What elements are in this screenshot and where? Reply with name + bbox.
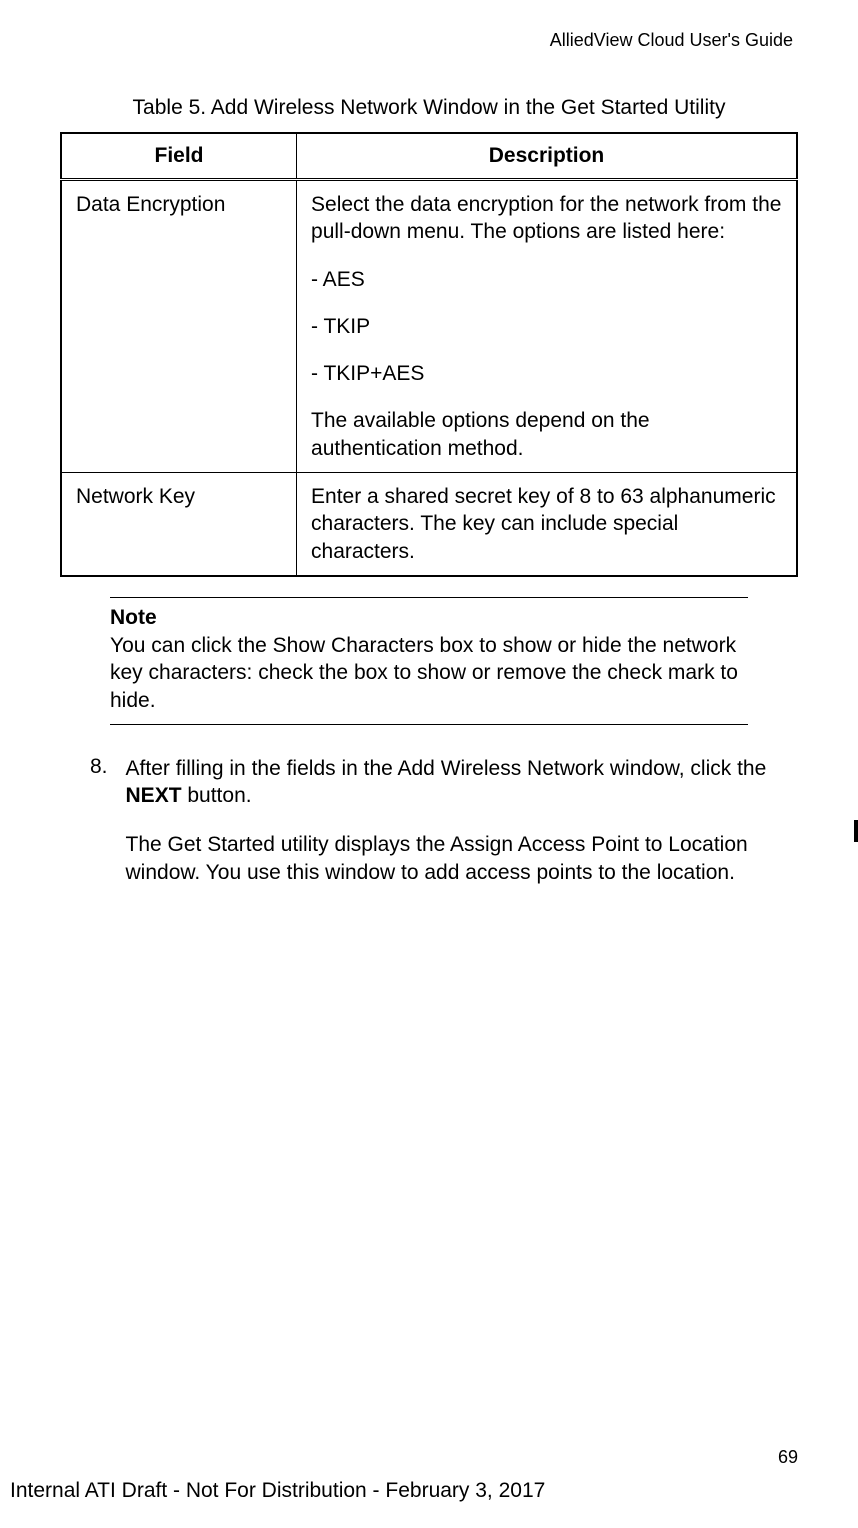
- desc-option-tkip-aes: - TKIP+AES: [311, 360, 782, 387]
- header-field: Field: [61, 133, 297, 180]
- cell-field-data-encryption: Data Encryption: [61, 180, 297, 473]
- step-paragraph-2: The Get Started utility displays the Ass…: [126, 831, 798, 886]
- note-label: Note: [110, 606, 748, 630]
- footer-draft-text: Internal ATI Draft - Not For Distributio…: [10, 1479, 545, 1503]
- table-row: Network Key Enter a shared secret key of…: [61, 473, 797, 576]
- step-bold-next: NEXT: [126, 784, 182, 807]
- side-mark: [854, 820, 858, 842]
- desc-intro: Select the data encryption for the netwo…: [311, 191, 782, 246]
- step-paragraph-1: After filling in the fields in the Add W…: [126, 755, 798, 810]
- step-text-before: After filling in the fields in the Add W…: [126, 757, 767, 780]
- note-section: Note You can click the Show Characters b…: [110, 597, 748, 725]
- step-number: 8.: [90, 755, 108, 886]
- fields-table: Field Description Data Encryption Select…: [60, 132, 798, 577]
- desc-outro: The available options depend on the auth…: [311, 407, 782, 462]
- step-text-after: button.: [182, 784, 252, 807]
- cell-desc-data-encryption: Select the data encryption for the netwo…: [297, 180, 797, 473]
- step-8: 8. After filling in the fields in the Ad…: [90, 755, 798, 886]
- table-row: Data Encryption Select the data encrypti…: [61, 180, 797, 473]
- header-description: Description: [297, 133, 797, 180]
- table-caption: Table 5. Add Wireless Network Window in …: [60, 96, 798, 120]
- desc-option-tkip: - TKIP: [311, 313, 782, 340]
- desc-option-aes: - AES: [311, 266, 782, 293]
- note-text: You can click the Show Characters box to…: [110, 632, 748, 714]
- cell-field-network-key: Network Key: [61, 473, 297, 576]
- step-content: After filling in the fields in the Add W…: [126, 755, 798, 886]
- page-number: 69: [778, 1447, 798, 1468]
- table-header-row: Field Description: [61, 133, 797, 180]
- header-guide-title: AlliedView Cloud User's Guide: [60, 30, 798, 51]
- cell-desc-network-key: Enter a shared secret key of 8 to 63 alp…: [297, 473, 797, 576]
